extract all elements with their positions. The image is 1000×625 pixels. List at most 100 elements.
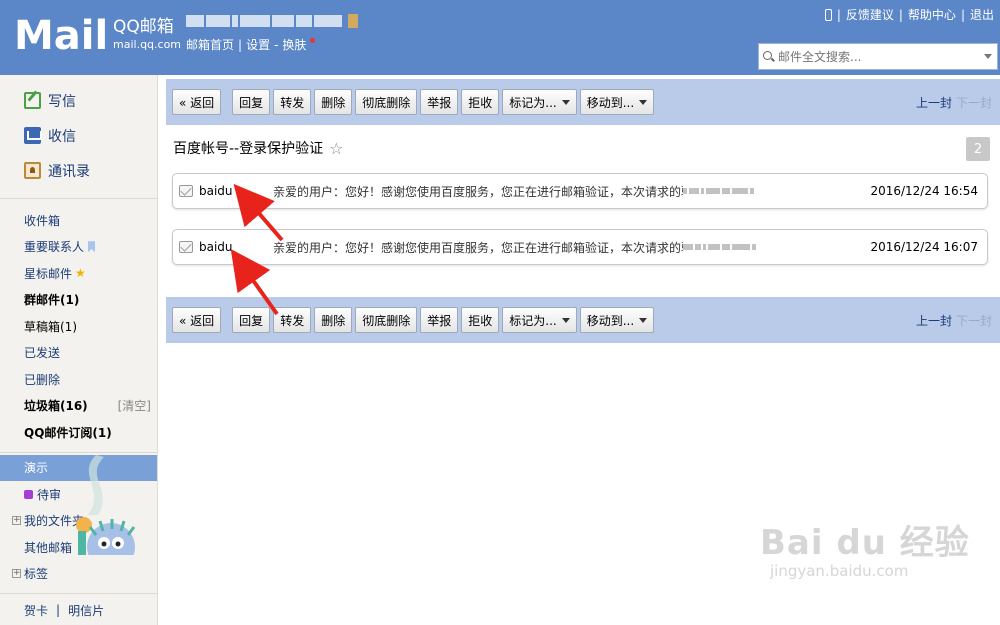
message-row[interactable]: baidu 亲爱的用户：您好！感谢您使用百度服务，您正在进行邮箱验证，本次请求的… — [172, 173, 988, 209]
report-button[interactable]: 举报 — [420, 307, 459, 333]
chevron-down-icon — [639, 317, 648, 323]
message-date: 2016/12/24 16:07 — [870, 240, 978, 254]
mark-as-dropdown[interactable]: 标记为... — [502, 89, 577, 115]
folder-deleted[interactable]: 已删除 — [0, 366, 157, 393]
settings-link[interactable]: 设置 — [246, 36, 270, 53]
chevron-down-icon — [561, 99, 570, 105]
expand-icon[interactable]: + — [12, 568, 21, 578]
back-button[interactable]: « 返回 — [172, 89, 222, 115]
mark-as-dropdown[interactable]: 标记为... — [502, 307, 577, 333]
folder-sent[interactable]: 已发送 — [0, 340, 157, 367]
watermark-brand: Bai du 经验 — [760, 523, 970, 563]
back-button[interactable]: « 返回 — [172, 307, 222, 333]
chevron-down-icon — [639, 99, 648, 105]
compose-icon — [24, 92, 41, 109]
sidebar-divider — [0, 451, 157, 453]
reply-button[interactable]: 回复 — [232, 89, 271, 115]
star-outline-icon[interactable]: ☆ — [329, 139, 343, 158]
verification-code-redacted — [683, 237, 783, 257]
message-date: 2016/12/24 16:54 — [870, 184, 978, 198]
star-icon: ★ — [75, 266, 86, 281]
greeting-card-link[interactable]: 贺卡 — [24, 602, 48, 619]
delete-button[interactable]: 删除 — [314, 307, 353, 333]
tags[interactable]: + 标签 — [0, 561, 157, 588]
chevron-down-icon — [561, 317, 570, 323]
receive-button[interactable]: 收信 — [0, 118, 157, 153]
watermark-url: jingyan.baidu.com — [770, 562, 909, 580]
clear-spam-link[interactable]: [清空] — [118, 397, 151, 414]
search-input[interactable] — [778, 49, 978, 64]
folder-vip[interactable]: 重要联系人 — [0, 234, 157, 261]
forward-button[interactable]: 转发 — [273, 307, 312, 333]
top-right-links: | 反馈建议 | 帮助中心 | 退出 — [824, 6, 994, 23]
message-count-badge: 2 — [966, 137, 990, 161]
sidebar-extras: 贺卡 | 明信片 — [24, 602, 105, 619]
message-sender: baidu — [199, 240, 233, 254]
mailbox-home-link[interactable]: 邮箱首页 — [186, 36, 234, 53]
phone-icon[interactable] — [824, 8, 832, 21]
tag-color-icon — [24, 489, 33, 499]
folder-group[interactable]: 群邮件(1) — [0, 287, 157, 314]
folder-spam[interactable]: 垃圾箱(16) [清空] — [0, 393, 157, 420]
brand-name: QQ邮箱 — [113, 17, 174, 37]
subject-title: 百度帐号--登录保护验证 — [173, 141, 324, 157]
notification-dot — [310, 38, 316, 43]
conversation-subject: 百度帐号--登录保护验证 ☆ — [173, 138, 343, 158]
move-to-dropdown[interactable]: 移动到... — [579, 89, 655, 115]
mail-toolbar-top: « 返回 回复 转发 删除 彻底删除 举报 拒收 标记为... 移动到... 上… — [166, 79, 1000, 125]
message-row[interactable]: baidu 亲爱的用户：您好！感谢您使用百度服务，您正在进行邮箱验证，本次请求的… — [172, 229, 988, 265]
folder-subscriptions[interactable]: QQ邮件订阅(1) — [0, 419, 157, 446]
contacts-button[interactable]: 通讯录 — [0, 153, 157, 188]
report-button[interactable]: 举报 — [420, 89, 459, 115]
prev-mail-link[interactable]: 上一封 — [916, 314, 952, 328]
message-sender: baidu — [199, 184, 233, 198]
mascot-illustration — [76, 455, 136, 555]
feedback-link[interactable]: 反馈建议 — [846, 6, 894, 23]
logout-link[interactable]: 退出 — [970, 6, 994, 23]
folder-starred[interactable]: 星标邮件 ★ — [0, 260, 157, 287]
compose-button[interactable]: 写信 — [0, 83, 157, 118]
folder-inbox[interactable]: 收件箱 — [0, 207, 157, 234]
change-skin-link[interactable]: 换肤 — [282, 36, 306, 53]
pager: 上一封 下一封 — [916, 312, 992, 329]
help-center-link[interactable]: 帮助中心 — [908, 6, 956, 23]
sidebar: 写信 收信 通讯录 收件箱 重要联系人 星标邮件 ★ 群邮件(1) 草稿箱(1) … — [0, 75, 158, 625]
verification-code-redacted — [683, 181, 783, 201]
account-name-redacted — [186, 14, 358, 28]
baidu-jingyan-watermark: Bai du 经验 jingyan.baidu.com — [760, 515, 970, 580]
sidebar-divider — [0, 198, 157, 199]
delete-permanent-button[interactable]: 彻底删除 — [355, 307, 418, 333]
forward-button[interactable]: 转发 — [273, 89, 312, 115]
fulltext-search[interactable] — [758, 43, 998, 70]
next-mail-link: 下一封 — [955, 95, 992, 110]
account-badge-icon — [348, 14, 358, 28]
folder-drafts[interactable]: 草稿箱(1) — [0, 313, 157, 340]
inbox-icon — [24, 127, 42, 144]
svg-text:Mail: Mail — [14, 13, 108, 57]
sidebar-divider — [0, 593, 157, 594]
message-preview: 亲爱的用户：您好！感谢您使用百度服务，您正在进行邮箱验证，本次请求的验证码为： — [273, 184, 683, 199]
reply-button[interactable]: 回复 — [232, 307, 271, 333]
brand-url: mail.qq.com — [113, 38, 182, 51]
contacts-icon — [24, 162, 41, 179]
search-icon — [763, 50, 775, 63]
search-dropdown-icon[interactable] — [984, 54, 992, 59]
qq-mail-logo[interactable]: Mail — [14, 9, 110, 57]
expand-icon[interactable]: + — [12, 515, 21, 525]
postcard-link[interactable]: 明信片 — [68, 602, 104, 619]
sidebar-main-actions: 写信 收信 通讯录 — [0, 75, 157, 188]
app-header: Mail QQ邮箱 mail.qq.com 邮箱首页 | 设置 - 换肤 | 反… — [0, 0, 1000, 75]
mail-toolbar-bottom: « 返回 回复 转发 删除 彻底删除 举报 拒收 标记为... 移动到... 上… — [166, 297, 1000, 343]
header-links: 邮箱首页 | 设置 - 换肤 — [186, 36, 316, 53]
message-preview: 亲爱的用户：您好！感谢您使用百度服务，您正在进行邮箱验证，本次请求的验证码为： — [273, 240, 683, 255]
pager: 上一封 下一封 — [916, 94, 992, 111]
delete-button[interactable]: 删除 — [314, 89, 353, 115]
reject-button[interactable]: 拒收 — [461, 89, 500, 115]
envelope-icon — [179, 241, 193, 253]
next-mail-link: 下一封 — [955, 313, 992, 328]
envelope-icon — [179, 185, 193, 197]
prev-mail-link[interactable]: 上一封 — [916, 96, 952, 110]
delete-permanent-button[interactable]: 彻底删除 — [355, 89, 418, 115]
reject-button[interactable]: 拒收 — [461, 307, 500, 333]
move-to-dropdown[interactable]: 移动到... — [579, 307, 655, 333]
